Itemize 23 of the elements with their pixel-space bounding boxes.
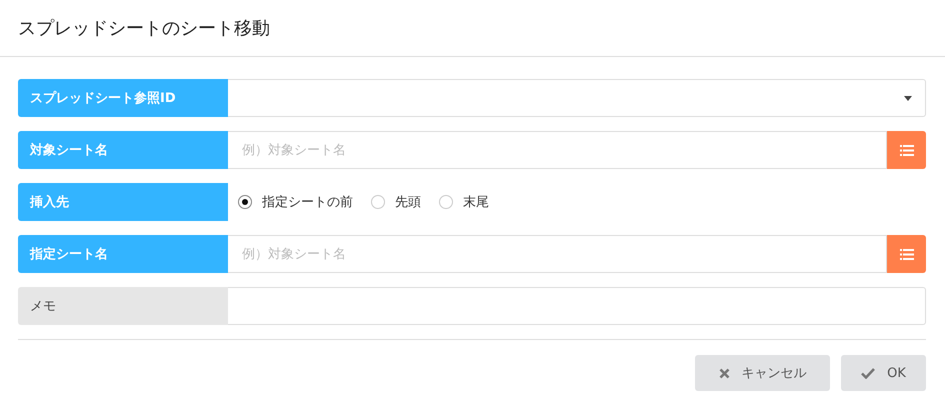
cancel-button[interactable]: キャンセル <box>695 355 830 391</box>
ok-button[interactable]: OK <box>841 355 926 391</box>
dialog-title: スプレッドシートのシート移動 <box>18 17 270 40</box>
radio-label: 先頭 <box>395 194 421 211</box>
radio-button[interactable] <box>238 195 252 209</box>
radio-button[interactable] <box>439 195 453 209</box>
list-button[interactable] <box>887 235 926 273</box>
field-label: 指定シート名 <box>18 235 228 273</box>
check-icon <box>861 368 876 378</box>
radio-label: 末尾 <box>463 194 489 211</box>
field-label: 対象シート名 <box>18 131 228 169</box>
field-label: スプレッドシート参照ID <box>18 79 228 117</box>
list-icon <box>900 248 914 260</box>
field-label: 挿入先 <box>18 183 228 221</box>
close-icon <box>718 368 730 378</box>
list-icon <box>900 144 914 156</box>
field-label: メモ <box>18 287 228 325</box>
caret-icon <box>904 96 912 100</box>
radio-button[interactable] <box>371 195 385 209</box>
list-button[interactable] <box>887 131 926 169</box>
radio-label: 指定シートの前 <box>262 194 353 211</box>
input-field[interactable]: 例）対象シート名 <box>228 131 887 169</box>
input-field[interactable]: 例）対象シート名 <box>228 235 887 273</box>
